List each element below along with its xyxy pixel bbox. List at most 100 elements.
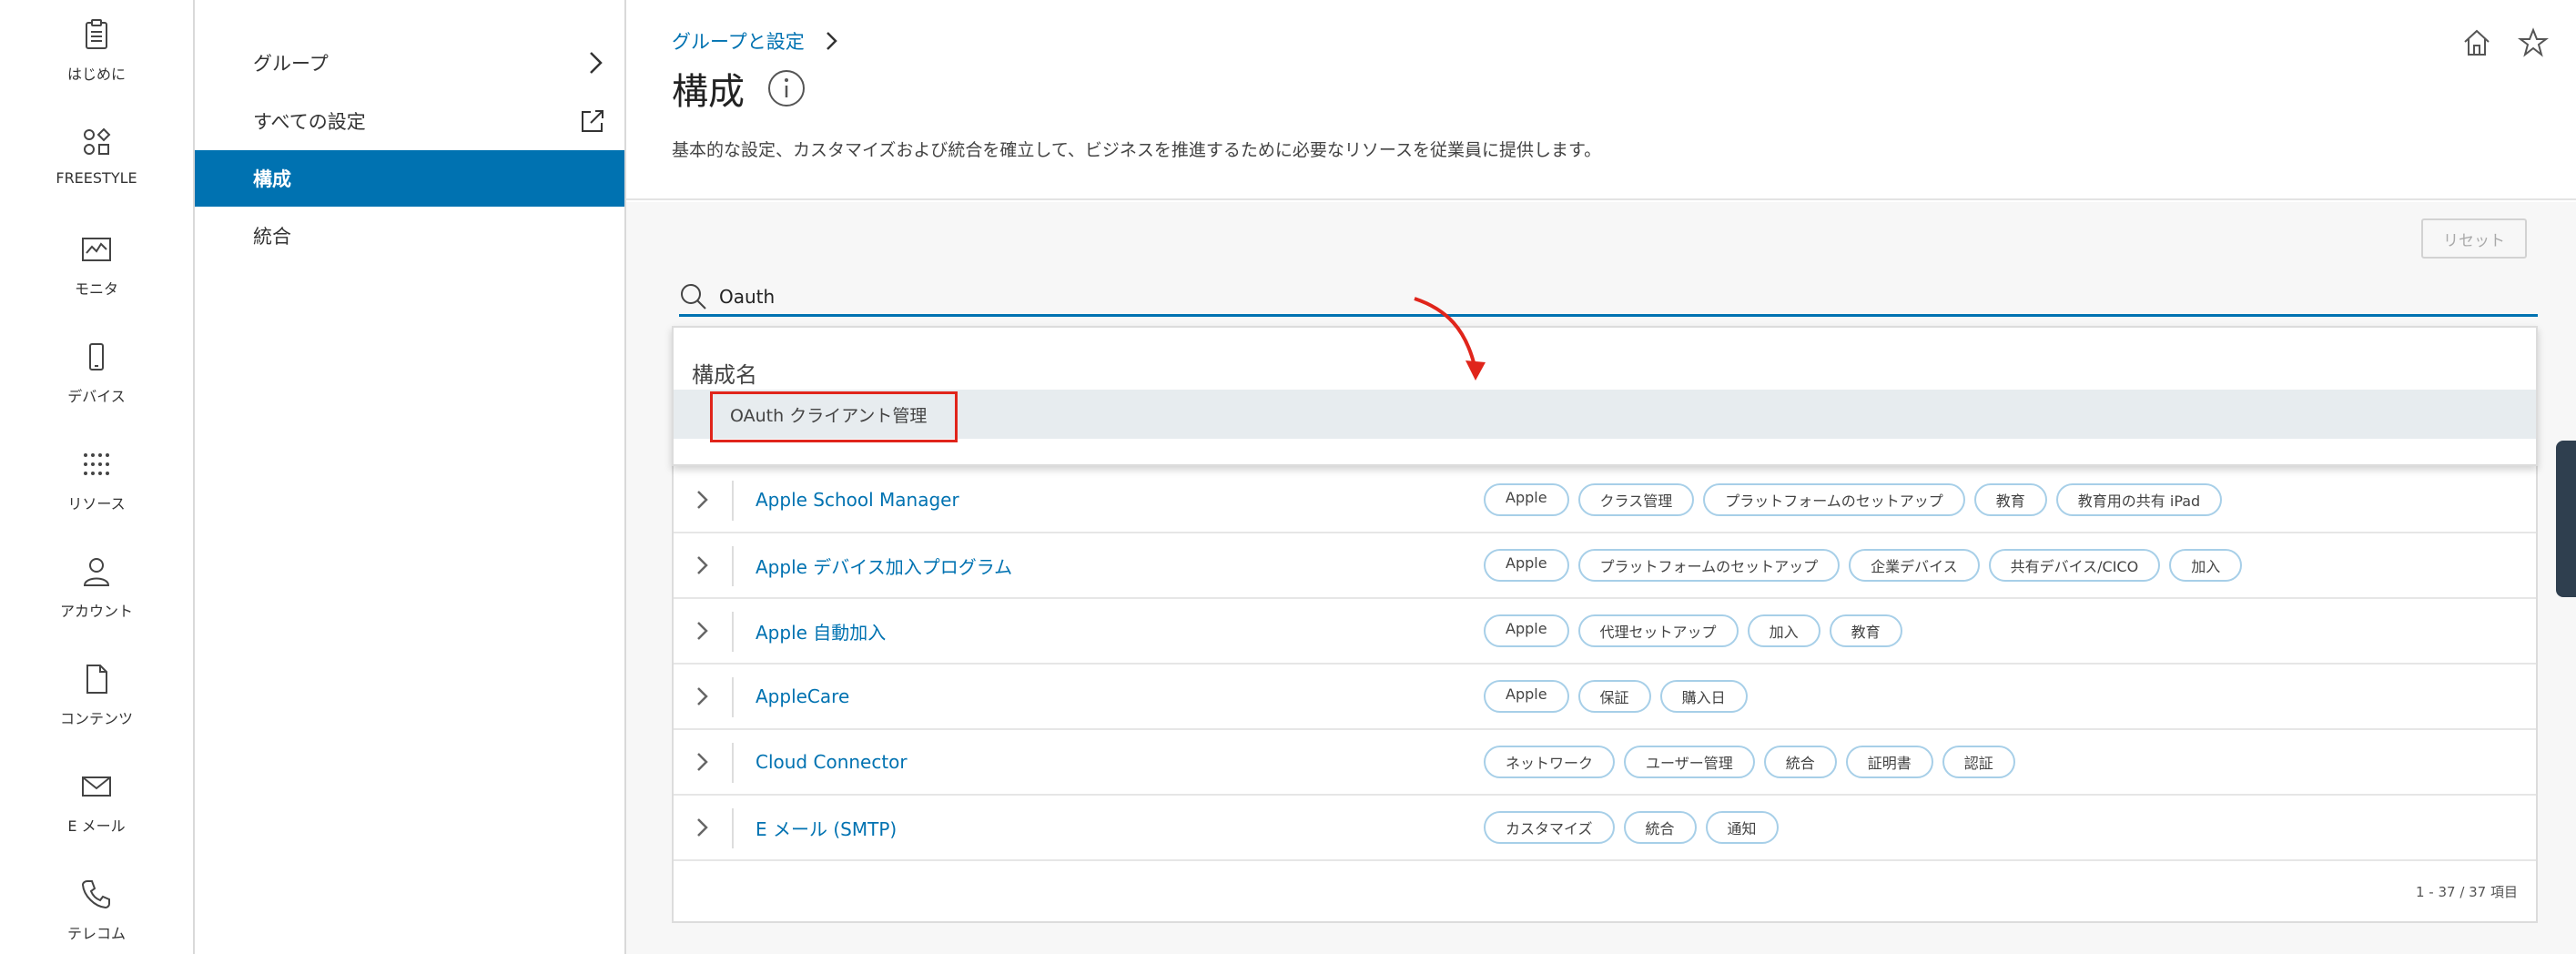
person-icon: [83, 558, 110, 586]
nav-email[interactable]: E メール: [0, 757, 193, 858]
nav-content[interactable]: コンテンツ: [0, 650, 193, 750]
sidebar-item-label: すべての設定: [253, 111, 366, 133]
info-icon[interactable]: [766, 68, 806, 108]
nav-label: デバイス: [67, 388, 126, 405]
settings-sidebar: グループ すべての設定 構成 統合: [195, 0, 626, 954]
tag-list: Apple プラットフォームのセットアップ 企業デバイス 共有デバイス/CICO…: [1484, 549, 2243, 582]
tag[interactable]: 統合: [1763, 746, 1837, 778]
tag[interactable]: 教育: [1829, 614, 1902, 647]
sidebar-item-all-settings[interactable]: すべての設定: [195, 93, 624, 149]
tag[interactable]: 企業デバイス: [1849, 549, 1980, 582]
tag[interactable]: 認証: [1942, 746, 2015, 778]
configuration-list-panel: リセット Apple School Manager Apple クラス管理 プラ…: [626, 202, 2576, 954]
table-row[interactable]: Apple デバイス加入プログラム Apple プラットフォームのセットアップ …: [674, 533, 2536, 599]
nav-freestyle[interactable]: FREESTYLE: [0, 113, 193, 213]
page-header: グループと設定 構成 基本的な設定、カスタマイズおよび統合を確立して、ビジネスを…: [626, 0, 2576, 200]
search-input[interactable]: [719, 285, 2449, 308]
app-nav-rail: はじめに FREESTYLE モニタ デバイス リソース アカウント コンテンツ…: [0, 0, 195, 954]
tag[interactable]: ユーザー管理: [1624, 746, 1755, 778]
tag[interactable]: Apple: [1484, 614, 1569, 647]
tag[interactable]: 代理セットアップ: [1577, 614, 1739, 647]
tag[interactable]: プラットフォームのセットアップ: [1577, 549, 1841, 582]
chevron-right-icon: [826, 32, 837, 50]
nav-start[interactable]: はじめに: [0, 5, 193, 106]
sidebar-item-groups[interactable]: グループ: [195, 35, 624, 91]
tag[interactable]: プラットフォームのセットアップ: [1703, 483, 1965, 516]
tag[interactable]: 統合: [1623, 811, 1697, 844]
tag-list: カスタマイズ 統合 通知: [1484, 811, 1779, 844]
tag[interactable]: 教育用の共有 iPad: [2055, 483, 2223, 516]
tag[interactable]: 保証: [1577, 680, 1651, 713]
phone-icon: [89, 343, 104, 370]
table-row[interactable]: Apple School Manager Apple クラス管理 プラットフォー…: [674, 468, 2536, 533]
expand-chevron-icon[interactable]: [695, 816, 710, 839]
tag[interactable]: 通知: [1705, 811, 1779, 844]
tag[interactable]: カスタマイズ: [1484, 811, 1615, 844]
tag[interactable]: Apple: [1484, 680, 1569, 713]
sidebar-item-label: 統合: [253, 226, 291, 248]
nav-label: アカウント: [59, 603, 133, 620]
reset-button[interactable]: リセット: [2421, 218, 2527, 259]
external-link-icon: [582, 110, 603, 132]
page-title: 構成: [672, 62, 806, 115]
suggestion-item[interactable]: OAuth クライアント管理: [674, 390, 2536, 442]
sidebar-item-label: 構成: [253, 168, 291, 190]
monitor-icon: [82, 238, 111, 261]
nav-label: コンテンツ: [59, 710, 133, 727]
nav-accounts[interactable]: アカウント: [0, 543, 193, 643]
row-divider: [732, 743, 734, 783]
pagination-count: 1 - 37 / 37 項目: [2415, 884, 2518, 900]
expand-chevron-icon[interactable]: [695, 750, 710, 774]
star-icon[interactable]: [2518, 27, 2549, 58]
table-row[interactable]: AppleCare Apple 保証 購入日: [674, 665, 2536, 730]
tag[interactable]: 共有デバイス/CICO: [1988, 549, 2161, 582]
nav-label: FREESTYLE: [56, 169, 137, 187]
expand-chevron-icon[interactable]: [695, 488, 710, 512]
nav-telecom[interactable]: テレコム: [0, 865, 193, 954]
table-row[interactable]: Cloud Connector ネットワーク ユーザー管理 統合 証明書 認証: [674, 730, 2536, 796]
tag[interactable]: 加入: [2169, 549, 2243, 582]
chevron-right-icon: [590, 52, 603, 74]
annotation-highlight-box: [710, 391, 958, 442]
tag-list: Apple 代理セットアップ 加入 教育: [1484, 614, 1902, 647]
tag[interactable]: 教育: [1973, 483, 2047, 516]
config-name-link[interactable]: Apple デバイス加入プログラム: [756, 553, 1012, 579]
config-name-link[interactable]: AppleCare: [756, 685, 849, 707]
expand-chevron-icon[interactable]: [695, 685, 710, 708]
row-divider: [732, 481, 734, 521]
document-icon: [86, 665, 107, 694]
nav-devices[interactable]: デバイス: [0, 328, 193, 428]
nav-resources[interactable]: リソース: [0, 435, 193, 535]
expand-chevron-icon[interactable]: [695, 619, 710, 643]
nav-label: E メール: [67, 817, 126, 835]
main-content: グループと設定 構成 基本的な設定、カスタマイズおよび統合を確立して、ビジネスを…: [626, 0, 2576, 954]
expand-chevron-icon[interactable]: [695, 553, 710, 577]
config-name-link[interactable]: Apple School Manager: [756, 489, 959, 511]
breadcrumb-link[interactable]: グループと設定: [672, 27, 805, 55]
tag-list: ネットワーク ユーザー管理 統合 証明書 認証: [1484, 746, 2015, 778]
feedback-side-tab[interactable]: [2556, 441, 2576, 597]
annotation-arrow-icon: [1414, 297, 1486, 381]
table-row[interactable]: E メール (SMTP) カスタマイズ 統合 通知: [674, 796, 2536, 861]
home-icon[interactable]: [2461, 27, 2492, 58]
header-actions: [2461, 27, 2549, 58]
config-name-link[interactable]: Cloud Connector: [756, 751, 908, 773]
config-name-link[interactable]: Apple 自動加入: [756, 618, 886, 644]
tag[interactable]: Apple: [1484, 483, 1569, 516]
tag[interactable]: クラス管理: [1577, 483, 1695, 516]
sidebar-item-integrations[interactable]: 統合: [195, 208, 624, 264]
tag[interactable]: Apple: [1484, 549, 1569, 582]
tag[interactable]: 購入日: [1659, 680, 1748, 713]
tag[interactable]: 証明書: [1845, 746, 1933, 778]
row-divider: [732, 546, 734, 586]
sidebar-item-label: グループ: [253, 53, 329, 75]
sidebar-item-configuration[interactable]: 構成: [195, 150, 624, 207]
suggestion-group-header: 構成名: [692, 362, 757, 388]
tag[interactable]: ネットワーク: [1484, 746, 1616, 778]
nav-monitor[interactable]: モニタ: [0, 220, 193, 320]
page-description: 基本的な設定、カスタマイズおよび統合を確立して、ビジネスを推進するために必要なリ…: [672, 140, 1602, 160]
tag[interactable]: 加入: [1747, 614, 1820, 647]
config-name-link[interactable]: E メール (SMTP): [756, 815, 897, 841]
table-row[interactable]: Apple 自動加入 Apple 代理セットアップ 加入 教育: [674, 599, 2536, 665]
page-title-text: 構成: [672, 71, 745, 113]
